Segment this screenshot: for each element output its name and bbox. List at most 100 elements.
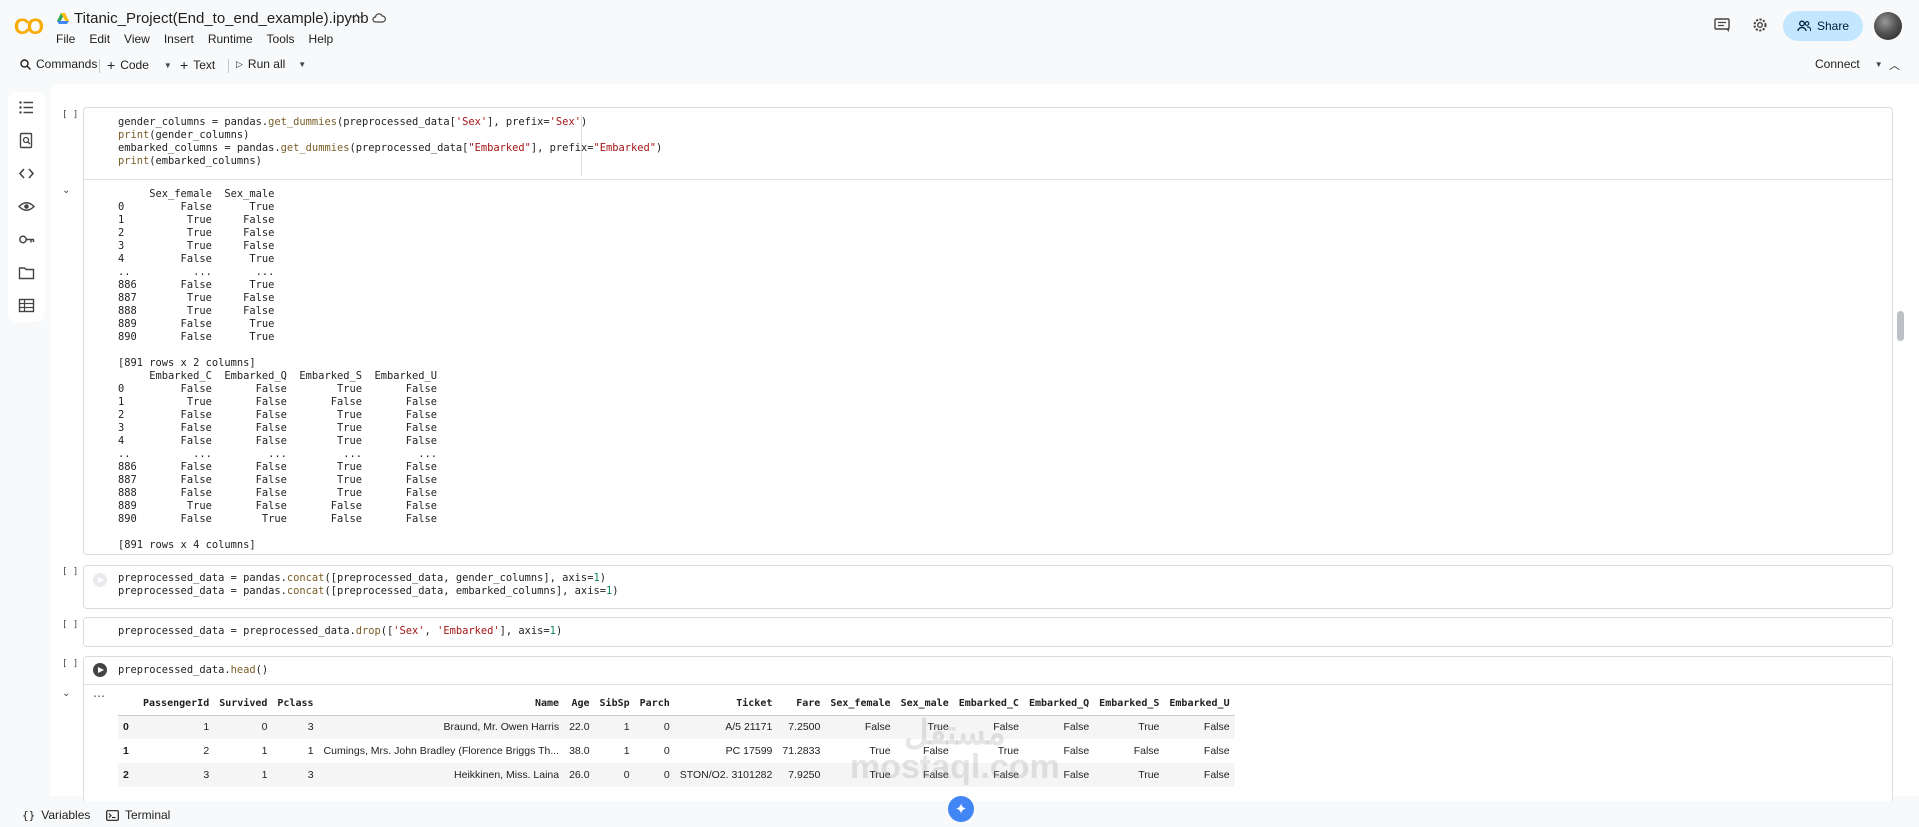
cell1-code[interactable]: gender_columns = pandas.get_dummies(prep… bbox=[118, 116, 662, 168]
chevron-down-icon[interactable]: ▼ bbox=[1875, 60, 1883, 69]
star-icon[interactable]: ☆ bbox=[350, 10, 363, 27]
table-cell: False bbox=[1133, 745, 1160, 757]
table-cell: True bbox=[1094, 715, 1165, 739]
collapse-output-chevron-icon[interactable]: ⌄ bbox=[62, 688, 70, 699]
column-header: Sex_male bbox=[895, 693, 954, 716]
watermark-arabic: مستقل bbox=[903, 714, 1006, 752]
table-cell: False bbox=[1203, 745, 1230, 757]
column-header: Pclass bbox=[272, 693, 319, 716]
collapse-toolbar-icon[interactable]: ︿ bbox=[1889, 57, 1900, 73]
table-cell: 3 bbox=[272, 763, 319, 787]
column-header: Embarked_S bbox=[1094, 693, 1165, 716]
table-cell: False bbox=[1164, 715, 1235, 739]
sparkle-icon: ✦ bbox=[954, 801, 968, 818]
data-table-icon[interactable] bbox=[18, 297, 35, 314]
commands-button[interactable]: Commands bbox=[20, 57, 97, 71]
add-text-button[interactable]: + Text bbox=[180, 57, 215, 73]
notebook-title[interactable]: Titanic_Project(End_to_end_example).ipyn… bbox=[74, 10, 369, 27]
terminal-label: Terminal bbox=[125, 808, 171, 822]
table-cell: 71.2833 bbox=[782, 745, 821, 757]
table-cell: PC 17599 bbox=[725, 745, 773, 757]
cell1-output: Sex_female Sex_male 0 False True 1 True … bbox=[118, 188, 438, 551]
code-line: gender_columns = pandas.get_dummies(prep… bbox=[118, 116, 588, 128]
text-label: Text bbox=[193, 58, 216, 72]
table-cell: 1 bbox=[261, 745, 268, 757]
variable-inspector-eye-icon[interactable] bbox=[18, 198, 35, 215]
vertical-scrollbar-thumb[interactable] bbox=[1897, 311, 1904, 341]
output-actions-more-icon[interactable]: ⋯ bbox=[93, 689, 105, 703]
files-folder-icon[interactable] bbox=[18, 264, 35, 281]
cell4-code[interactable]: preprocessed_data.head() bbox=[118, 664, 268, 677]
terminal-icon bbox=[106, 809, 119, 821]
settings-gear-icon[interactable] bbox=[1751, 16, 1769, 34]
table-header-row: PassengerId Survived Pclass Name Age Sib… bbox=[118, 693, 1235, 716]
user-avatar[interactable] bbox=[1874, 12, 1902, 40]
output-divider bbox=[84, 179, 1892, 180]
terminal-button[interactable]: Terminal bbox=[106, 808, 170, 822]
connect-label: Connect bbox=[1815, 57, 1860, 71]
table-cell: 1 bbox=[123, 745, 129, 757]
code-line: preprocessed_data = pandas.concat([prepr… bbox=[118, 585, 619, 597]
watermark-latin: mostaql.com bbox=[850, 748, 1060, 786]
cell-execution-count: [ ] bbox=[62, 620, 79, 630]
top-bar: CO Titanic_Project(End_to_end_example).i… bbox=[0, 0, 1919, 52]
cell-execution-count: [ ] bbox=[62, 110, 79, 120]
code-line: print(gender_columns) bbox=[118, 129, 250, 141]
add-code-button[interactable]: + Code ▼ bbox=[107, 57, 172, 73]
share-button[interactable]: Share bbox=[1783, 11, 1863, 41]
plus-icon: + bbox=[107, 57, 116, 73]
table-row: 1 2 1 1 Cumings, Mrs. John Bradley (Flor… bbox=[118, 739, 1235, 763]
run-cell-button[interactable] bbox=[93, 663, 107, 677]
variables-label: Variables bbox=[41, 808, 91, 822]
column-header: Sex_female bbox=[825, 693, 896, 716]
table-cell: 1 bbox=[138, 715, 215, 739]
plus-icon: + bbox=[180, 57, 189, 73]
collapse-output-chevron-icon[interactable]: ⌄ bbox=[62, 185, 70, 196]
table-cell: 0 bbox=[214, 715, 273, 739]
menu-tools[interactable]: Tools bbox=[267, 32, 295, 46]
people-icon bbox=[1797, 20, 1811, 32]
comments-icon[interactable] bbox=[1713, 16, 1731, 34]
commands-label: Commands bbox=[36, 57, 98, 71]
output-divider bbox=[84, 684, 1892, 685]
secrets-key-icon[interactable] bbox=[18, 231, 35, 248]
menu-help[interactable]: Help bbox=[309, 32, 334, 46]
table-cell: 1 bbox=[307, 745, 314, 757]
cloud-saved-icon[interactable] bbox=[372, 11, 386, 25]
cell2-code[interactable]: preprocessed_data = pandas.concat([prepr… bbox=[118, 572, 619, 598]
column-header: Embarked_C bbox=[953, 693, 1024, 716]
connect-button[interactable]: Connect ▼ bbox=[1815, 57, 1883, 71]
cell3-code[interactable]: preprocessed_data = preprocessed_data.dr… bbox=[118, 625, 562, 638]
table-cell: 0 bbox=[594, 763, 635, 787]
code-line: print(embarked_columns) bbox=[118, 155, 262, 167]
menu-file[interactable]: File bbox=[56, 32, 75, 46]
table-cell: Heikkinen, Miss. Laina bbox=[318, 763, 565, 787]
menu-bar: File Edit View Insert Runtime Tools Help bbox=[56, 32, 333, 46]
column-header: Ticket bbox=[674, 693, 778, 716]
table-cell: 2 bbox=[118, 763, 138, 787]
table-cell: 0 bbox=[663, 745, 670, 757]
menu-edit[interactable]: Edit bbox=[89, 32, 110, 46]
table-cell: 0 bbox=[634, 763, 675, 787]
table-cell: False bbox=[1164, 763, 1235, 787]
table-cell: 3 bbox=[272, 715, 319, 739]
colab-logo[interactable]: CO bbox=[14, 14, 44, 39]
column-header: Age bbox=[564, 693, 595, 716]
table-cell: 1 bbox=[214, 763, 273, 787]
menu-insert[interactable]: Insert bbox=[164, 32, 194, 46]
run-all-button[interactable]: ▷ Run all ▼ bbox=[236, 57, 306, 71]
gemini-sparkle-button[interactable]: ✦ bbox=[948, 796, 974, 822]
chevron-down-icon[interactable]: ▼ bbox=[298, 60, 306, 69]
run-cell-button[interactable] bbox=[93, 573, 107, 587]
table-cell: A/5 21171 bbox=[674, 715, 778, 739]
find-replace-icon[interactable] bbox=[18, 132, 35, 149]
code-snippets-icon[interactable] bbox=[18, 165, 35, 182]
toolbar: Commands + Code ▼ + Text ▷ Run all ▼ Con… bbox=[0, 52, 1919, 78]
curly-braces-icon: {} bbox=[22, 808, 36, 822]
table-of-contents-icon[interactable] bbox=[18, 99, 35, 116]
menu-view[interactable]: View bbox=[124, 32, 150, 46]
variables-button[interactable]: {} Variables bbox=[22, 808, 90, 822]
menu-runtime[interactable]: Runtime bbox=[208, 32, 253, 46]
chevron-down-icon[interactable]: ▼ bbox=[164, 61, 172, 70]
table-row: 2 3 1 3 Heikkinen, Miss. Laina 26.0 0 0 … bbox=[118, 763, 1235, 787]
